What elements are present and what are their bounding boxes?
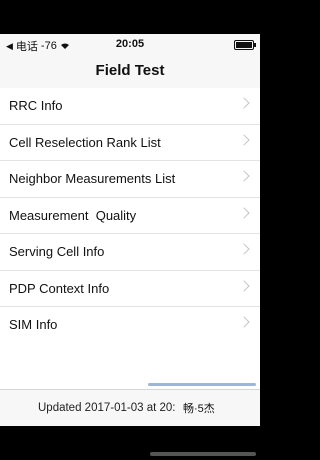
scroll-indicator[interactable] — [148, 383, 256, 386]
watermark-text: 畅·5杰 — [183, 403, 215, 415]
menu-item-rrc-info[interactable]: RRC Info — [0, 88, 260, 125]
navigation-bar: Field Test — [0, 54, 260, 89]
menu-item-neighbor-measurements-list[interactable]: Neighbor Measurements List — [0, 161, 260, 198]
chevron-right-icon — [238, 279, 250, 292]
top-border — [0, 0, 260, 34]
menu-item-label: SIM Info — [9, 317, 58, 332]
menu-item-label: PDP Context Info — [9, 280, 110, 296]
status-bar: ◀ 电话 -76 20:05 — [0, 34, 260, 54]
menu-item-label: Measurement Quality — [9, 207, 137, 223]
footer-toolbar: Updated 2017-01-03 at 20: 畅·5杰 — [0, 389, 260, 427]
menu-item-label: Cell Reselection Rank List — [9, 134, 161, 150]
menu-item-label: Neighbor Measurements List — [9, 171, 176, 186]
chevron-right-icon — [238, 316, 250, 328]
field-test-menu: RRC Info Cell Reselection Rank List Neig… — [0, 88, 260, 380]
menu-item-cell-reselection-rank-list[interactable]: Cell Reselection Rank List — [0, 125, 260, 161]
status-time: 20:05 — [115, 38, 145, 50]
updated-timestamp: Updated 2017-01-03 at 20: — [38, 402, 176, 414]
menu-item-measurement-quality[interactable]: Measurement Quality — [0, 198, 260, 234]
page-title: Field Test — [95, 62, 165, 79]
menu-item-serving-cell-info[interactable]: Serving Cell Info — [0, 234, 260, 271]
screen: ◀ 电话 -76 20:05 Field Test RRC Info Cell … — [0, 0, 260, 460]
chevron-right-icon — [238, 170, 250, 182]
chevron-right-icon — [238, 133, 250, 146]
chevron-right-icon — [238, 97, 250, 109]
menu-item-label: Serving Cell Info — [9, 244, 105, 259]
menu-item-pdp-context-info[interactable]: PDP Context Info — [0, 271, 260, 307]
home-indicator[interactable] — [150, 452, 256, 456]
chevron-right-icon — [238, 206, 250, 219]
battery-icon — [234, 40, 256, 50]
chevron-right-icon — [238, 243, 250, 255]
menu-item-label: RRC Info — [9, 98, 63, 113]
menu-item-sim-info[interactable]: SIM Info — [0, 307, 260, 344]
